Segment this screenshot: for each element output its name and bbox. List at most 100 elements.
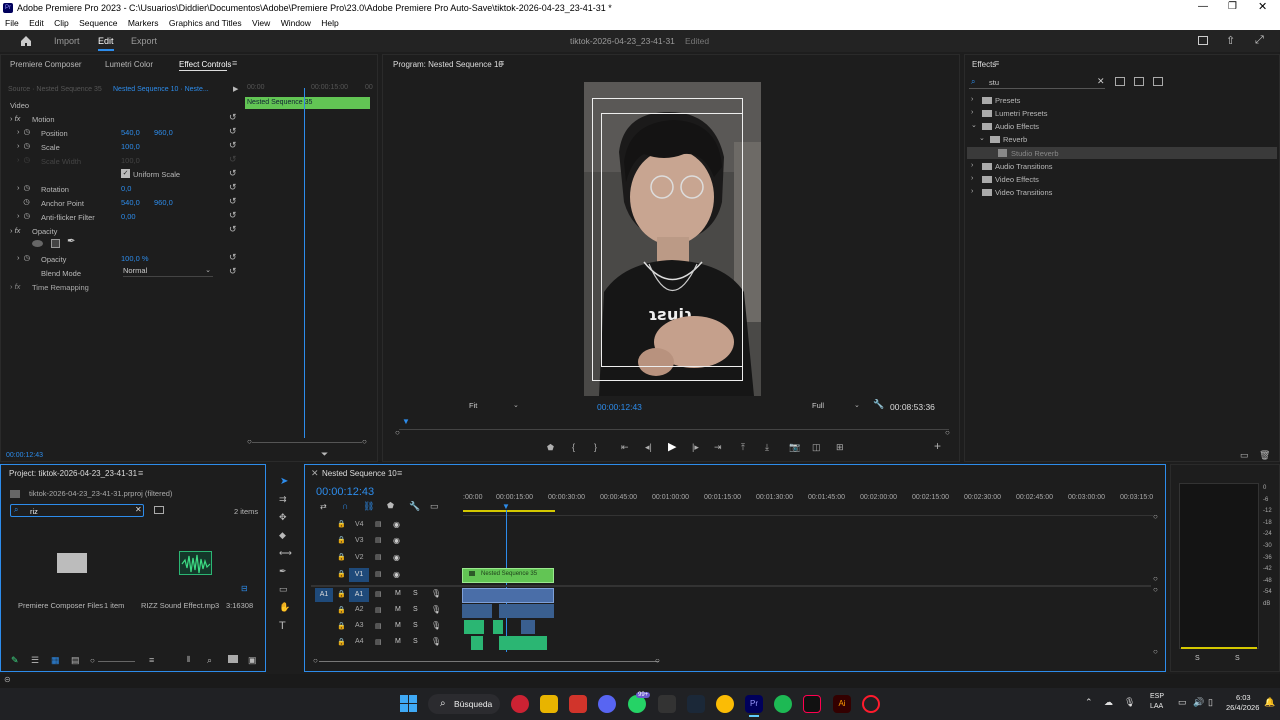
delete-icon[interactable]: 🗑 — [1259, 450, 1270, 461]
icon-view-icon[interactable]: ▦ — [51, 655, 60, 666]
selection-tool-icon[interactable]: ➤ — [280, 476, 288, 487]
keyboard-layout[interactable]: LAA — [1150, 703, 1163, 710]
audio-thumbnail[interactable] — [179, 551, 212, 575]
panel-menu-icon[interactable]: ≡ — [499, 58, 504, 68]
zoom-handle-right[interactable]: ○ — [362, 437, 367, 446]
multicam-icon[interactable]: ⊞ — [836, 442, 844, 453]
find-icon[interactable]: ⌕ — [207, 655, 212, 666]
tree-item-video-effects[interactable]: › Video Effects — [969, 174, 1269, 186]
chrome-icon[interactable] — [716, 695, 734, 713]
source-patch-a1[interactable]: A1 — [315, 588, 333, 602]
opera-icon[interactable] — [862, 695, 880, 713]
zoom-slider[interactable] — [98, 661, 135, 662]
tab-effect-controls[interactable]: Effect Controls — [179, 60, 231, 69]
mute-button[interactable]: M — [395, 606, 401, 613]
taskbar-search[interactable]: ⌕ Búsqueda — [428, 694, 500, 714]
reset-opacity-icon[interactable]: ↺ — [229, 252, 237, 263]
maximize-icon[interactable]: ❐ — [1228, 1, 1237, 12]
app-icon-1[interactable] — [511, 695, 529, 713]
track-label[interactable]: V1 — [349, 568, 369, 582]
menu-file[interactable]: File — [5, 18, 19, 28]
expand-icon[interactable]: › ◷ — [17, 253, 30, 262]
audio-clip-a1[interactable] — [462, 588, 554, 603]
position-y-value[interactable]: 960,0 — [154, 128, 173, 137]
clear-search-icon[interactable]: ✕ — [1097, 76, 1105, 87]
type-tool-icon[interactable]: T — [279, 620, 286, 632]
pen-mask-icon[interactable]: ✒ — [67, 236, 75, 247]
lock-icon[interactable]: 🔒 — [337, 570, 346, 578]
captions-icon[interactable]: ▭ — [430, 501, 439, 512]
ripple-edit-tool-icon[interactable]: ✥ — [279, 512, 287, 523]
volume-icon[interactable]: 🔊 — [1193, 697, 1204, 708]
find-icon[interactable] — [154, 506, 164, 514]
sync-lock-icon[interactable]: ▤ — [375, 638, 382, 646]
freeform-view-icon[interactable]: ▤ — [71, 655, 80, 666]
track-label[interactable]: A3 — [355, 622, 364, 629]
network-icon[interactable]: ▭ — [1178, 697, 1187, 708]
audio-clip-a3[interactable] — [493, 620, 503, 634]
microphone-icon[interactable]: 🎙 — [431, 589, 441, 598]
sync-lock-icon[interactable]: ▤ — [375, 590, 382, 598]
play-icon[interactable]: ▶ — [668, 440, 676, 453]
program-playhead[interactable]: ▼ — [402, 417, 410, 426]
menu-clip[interactable]: Clip — [54, 18, 69, 28]
go-to-in-icon[interactable]: ⇤ — [621, 442, 629, 453]
expand-icon[interactable]: › ◷ — [17, 141, 30, 150]
expand-icon[interactable]: › ◷ — [17, 127, 30, 136]
play-only-icon[interactable]: ▶ — [233, 85, 238, 93]
panel-menu-icon[interactable]: ≡ — [138, 468, 143, 478]
source-label[interactable]: Source · Nested Sequence 35 — [8, 86, 102, 93]
reset-rotation-icon[interactable]: ↺ — [229, 182, 237, 193]
lift-icon[interactable]: ⤒ — [741, 442, 745, 453]
reset-blend-icon[interactable]: ↺ — [229, 266, 237, 277]
vscroll-handle-mid[interactable]: ○ — [1153, 574, 1158, 583]
menu-sequence[interactable]: Sequence — [79, 18, 117, 28]
eye-icon[interactable]: ◉ — [393, 570, 400, 579]
close-icon[interactable]: ✕ — [1258, 0, 1267, 13]
menu-markers[interactable]: Markers — [128, 18, 159, 28]
microphone-icon[interactable]: 🎙 — [431, 605, 441, 614]
tree-item-lumetri-presets[interactable]: › Lumetri Presets — [969, 108, 1269, 120]
fit-dropdown[interactable]: Fit ⌄ — [469, 401, 521, 412]
anti-flicker-value[interactable]: 0,00 — [121, 212, 136, 221]
step-back-icon[interactable]: ◂| — [645, 442, 652, 453]
folder-thumbnail-icon[interactable] — [57, 553, 87, 573]
tray-cloud-icon[interactable]: ☁ — [1104, 697, 1113, 708]
tree-item-audio-transitions[interactable]: › Audio Transitions — [969, 161, 1269, 173]
lock-icon[interactable]: 🔒 — [337, 520, 346, 528]
expand-icon[interactable]: › ◷ — [17, 211, 30, 220]
mute-button[interactable]: M — [395, 638, 401, 645]
menu-graphics[interactable]: Graphics and Titles — [169, 18, 242, 28]
anchor-y-value[interactable]: 960,0 — [154, 198, 173, 207]
reset-anchor-icon[interactable]: ↺ — [229, 196, 237, 207]
expand-icon[interactable]: ◷ — [17, 197, 30, 206]
windows-start-icon[interactable] — [400, 695, 417, 712]
ellipse-mask-icon[interactable] — [32, 240, 43, 247]
fx-badge-icon[interactable]: › fx — [10, 114, 20, 123]
mute-button[interactable]: M — [395, 622, 401, 629]
track-label[interactable]: V3 — [355, 537, 364, 544]
solo-left-button[interactable]: S — [1195, 655, 1200, 662]
calendar-app-icon[interactable] — [569, 695, 587, 713]
scale-value[interactable]: 100,0 — [121, 142, 140, 151]
sync-lock-icon[interactable]: ▤ — [375, 570, 382, 578]
program-timecode[interactable]: 00:00:12:43 — [597, 402, 642, 412]
hand-tool-icon[interactable]: ✋ — [279, 602, 290, 613]
home-icon[interactable] — [20, 35, 32, 47]
spotify-icon[interactable] — [774, 695, 792, 713]
audio-clip-a2[interactable] — [462, 604, 492, 618]
add-marker-icon[interactable]: ⬟ — [387, 501, 394, 510]
fx-badge-icon[interactable]: › fx — [10, 282, 20, 291]
hscroll-handle-left[interactable]: ○ — [313, 656, 318, 665]
razor-tool-icon[interactable]: ◆ — [279, 530, 286, 541]
anchor-x-value[interactable]: 540,0 — [121, 198, 140, 207]
reset-uniform-icon[interactable]: ↺ — [229, 168, 237, 179]
add-button-icon[interactable]: + — [934, 439, 941, 453]
solo-right-button[interactable]: S — [1235, 655, 1240, 662]
tree-item-video-transitions[interactable]: › Video Transitions — [969, 187, 1269, 199]
step-forward-icon[interactable]: |▸ — [692, 442, 699, 453]
opacity-value[interactable]: 100,0 % — [121, 254, 149, 263]
rectangle-mask-icon[interactable] — [51, 239, 60, 248]
lock-icon[interactable]: 🔒 — [337, 553, 346, 561]
lock-icon[interactable]: 🔒 — [337, 622, 346, 630]
